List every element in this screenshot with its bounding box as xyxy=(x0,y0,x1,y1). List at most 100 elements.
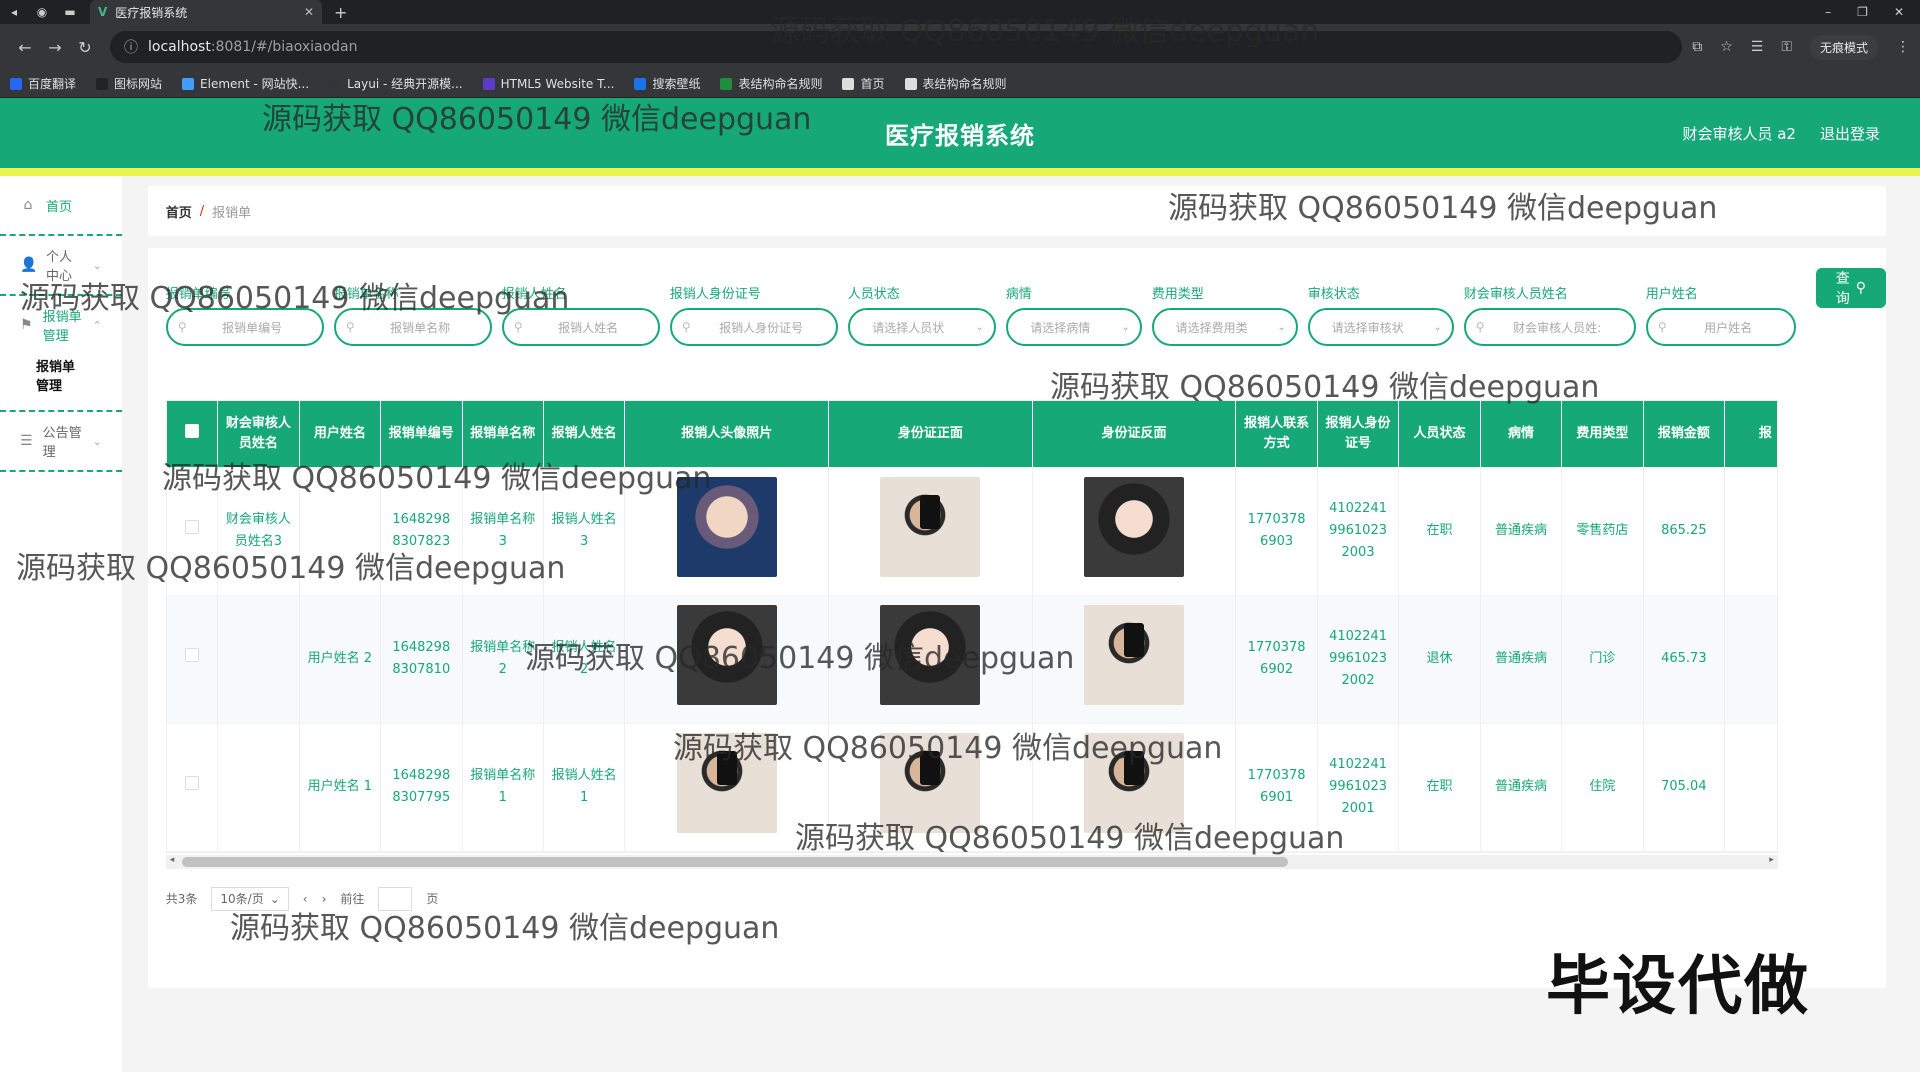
forward-icon[interactable]: → xyxy=(40,38,70,57)
bookmark-item[interactable]: 图标网站 xyxy=(96,75,162,92)
incognito-badge[interactable]: 无痕模式 xyxy=(1809,34,1878,60)
search-select[interactable]: 请选择人员状 ⌄ xyxy=(847,308,996,346)
globe-icon[interactable]: ◉ xyxy=(28,5,56,19)
bookmark-item[interactable]: 百度翻译 xyxy=(10,75,76,92)
search-select[interactable]: 请选择费用类 ⌄ xyxy=(1151,308,1298,346)
row-checkbox-cell[interactable] xyxy=(166,595,219,724)
logout-button[interactable]: 退出登录 xyxy=(1820,123,1880,144)
table-row[interactable]: 财会审核人员姓名3 1648298 8307823 报销单名称3 报销人姓名3 1770… xyxy=(166,467,1777,596)
scroll-right-icon[interactable]: ▸ xyxy=(1769,855,1774,865)
translate-icon[interactable]: ⧉ xyxy=(1692,39,1702,55)
breadcrumb-home[interactable]: 首页 xyxy=(166,202,192,221)
table-row[interactable]: 用户姓名 1 1648298 8307795 报销单名称1 报销人姓名1 1770378… xyxy=(166,723,1777,852)
info-icon[interactable]: ⓘ xyxy=(124,37,138,57)
bookmark-item[interactable]: Element - 网站快... xyxy=(182,75,309,92)
search-field-label: 病情 xyxy=(1005,287,1032,302)
address-bar: ← → ↻ ⓘ localhost :8081/#/biaoxiaodan ⧉ … xyxy=(0,24,1920,70)
photo-image[interactable] xyxy=(880,476,981,577)
menu-icon[interactable]: ⋮ xyxy=(1896,39,1910,55)
chevron-down-icon: ⌄ xyxy=(92,434,102,448)
photo-image[interactable] xyxy=(880,605,981,705)
bookmark-item[interactable]: Layui - 经典开源模... xyxy=(329,75,463,92)
new-tab-icon[interactable]: + xyxy=(334,3,347,22)
next-page-icon[interactable]: › xyxy=(322,892,327,906)
scroll-left-icon[interactable]: ◂ xyxy=(170,855,175,865)
url-path: :8081/#/biaoxiaodan xyxy=(210,39,358,55)
row-checkbox[interactable] xyxy=(184,776,199,790)
bookmark-item[interactable]: HTML5 Website T... xyxy=(482,77,614,91)
sidebar-item-label: 首页 xyxy=(46,199,73,215)
cell-user: 用户姓名 2 xyxy=(299,595,382,724)
sidebar-item-claims[interactable]: ⚑ 报销单管理 ⌃ xyxy=(20,310,102,344)
photo-image[interactable] xyxy=(676,733,777,833)
back-icon[interactable]: ← xyxy=(10,38,40,57)
reading-list-icon[interactable]: ☰ xyxy=(1751,39,1764,55)
bookmark-item[interactable]: 首页 xyxy=(842,75,885,92)
search-icon: ⚲ xyxy=(1855,280,1866,296)
bookmark-item[interactable]: 表结构命名规则 xyxy=(720,75,822,92)
prev-page-icon[interactable]: ‹ xyxy=(303,892,308,906)
photo-image[interactable] xyxy=(1084,605,1185,705)
cell-fee: 住院 xyxy=(1561,723,1644,852)
photo-image[interactable] xyxy=(880,733,981,833)
row-checkbox[interactable] xyxy=(184,648,199,662)
row-checkbox-cell[interactable] xyxy=(166,723,219,852)
cell-name: 报销单名称1 xyxy=(462,723,544,852)
url-field[interactable]: ⓘ localhost :8081/#/biaoxiaodan xyxy=(110,31,1683,63)
search-placeholder: 用户姓名 xyxy=(1704,320,1753,335)
bookmark-item[interactable]: 表结构命名规则 xyxy=(904,75,1007,92)
cell-idb xyxy=(1032,723,1237,852)
bookmark-label: 表结构命名规则 xyxy=(922,77,1007,91)
sidebar-item-personal[interactable]: 👤 个人中心 ⌄ xyxy=(20,250,102,284)
search-input[interactable]: ⚲ 用户姓名 xyxy=(1645,308,1796,346)
bookmark-item[interactable]: 搜索壁纸 xyxy=(634,75,700,92)
photo-image[interactable] xyxy=(1084,733,1185,833)
sidebar-item-home[interactable]: ⌂ 首页 xyxy=(20,190,102,220)
search-input[interactable]: ⚲ 报销单名称 xyxy=(333,308,492,346)
query-button[interactable]: 查询 ⚲ xyxy=(1815,268,1886,308)
select-all-header[interactable] xyxy=(166,401,219,467)
photo-image[interactable] xyxy=(1084,476,1185,577)
search-select[interactable]: 请选择病情 ⌄ xyxy=(1005,308,1142,346)
column-header: 用户姓名 xyxy=(299,401,382,467)
cell-extra xyxy=(1724,595,1777,724)
close-icon[interactable]: ✕ xyxy=(304,5,314,19)
pagination-total: 共3条 xyxy=(165,892,198,906)
cell-idno: 4102241 9961023 2001 xyxy=(1317,723,1400,852)
star-icon[interactable]: ☆ xyxy=(1720,39,1733,55)
select-all-checkbox[interactable] xyxy=(184,423,199,438)
column-header: 费用类型 xyxy=(1561,401,1644,467)
audio-icon[interactable]: ◂ xyxy=(0,5,28,19)
search-input[interactable]: ⚲ 报销人身份证号 xyxy=(669,308,838,346)
row-checkbox[interactable] xyxy=(184,519,199,534)
search-input[interactable]: ⚲ 财会审核人员姓: xyxy=(1463,308,1636,346)
table-row[interactable]: 用户姓名 2 1648298 8307810 报销单名称2 报销人姓名2 1770378… xyxy=(166,595,1777,724)
search-input[interactable]: ⚲ 报销人姓名 xyxy=(501,308,660,346)
window-close-icon[interactable]: ✕ xyxy=(1894,5,1904,19)
search-input[interactable]: ⚲ 报销单编号 xyxy=(165,308,324,346)
row-checkbox-cell[interactable] xyxy=(166,467,219,596)
key-icon[interactable]: ⚿ xyxy=(1781,39,1792,55)
reload-icon[interactable]: ↻ xyxy=(70,38,100,57)
window-icon[interactable]: ▬ xyxy=(56,5,84,19)
minimize-icon[interactable]: – xyxy=(1825,5,1831,19)
horizontal-scrollbar[interactable]: ◂ ▸ xyxy=(165,854,1778,869)
search-icon: ⚲ xyxy=(681,320,691,334)
search-select[interactable]: 请选择审核状 ⌄ xyxy=(1307,308,1454,346)
sidebar-item-notice[interactable]: ☰ 公告管理 ⌄ xyxy=(20,426,102,460)
sidebar-subitem-claims[interactable]: 报销单管理 xyxy=(20,340,102,410)
page-size-select[interactable]: 10条/页 ⌄ xyxy=(211,886,289,911)
cell-fee: 门诊 xyxy=(1561,595,1644,724)
cell-auditor: 财会审核人员姓名3 xyxy=(217,467,300,596)
scroll-thumb[interactable] xyxy=(181,856,1288,867)
search-field-label: 审核状态 xyxy=(1307,287,1360,302)
sidebar: ⌂ 首页 👤 个人中心 ⌄ ⚑ 报销单管理 ⌃ 报销单管理 ☰ 公告管理 ⌄ xyxy=(0,176,122,1072)
photo-image[interactable] xyxy=(676,605,777,705)
photo-image[interactable] xyxy=(676,476,777,577)
goto-page-input[interactable] xyxy=(378,886,413,911)
search-form: 报销单编号 ⚲ 报销单编号 报销单名称 ⚲ 报销单名称 报销人姓名 ⚲ 报销人姓名 报销人身… xyxy=(165,268,1886,346)
browser-tab[interactable]: V 医疗报销系统 ✕ xyxy=(90,0,322,24)
column-header: 病情 xyxy=(1480,401,1563,467)
cell-code: 1648298 8307810 xyxy=(380,595,463,724)
restore-icon[interactable]: ❐ xyxy=(1857,5,1868,19)
